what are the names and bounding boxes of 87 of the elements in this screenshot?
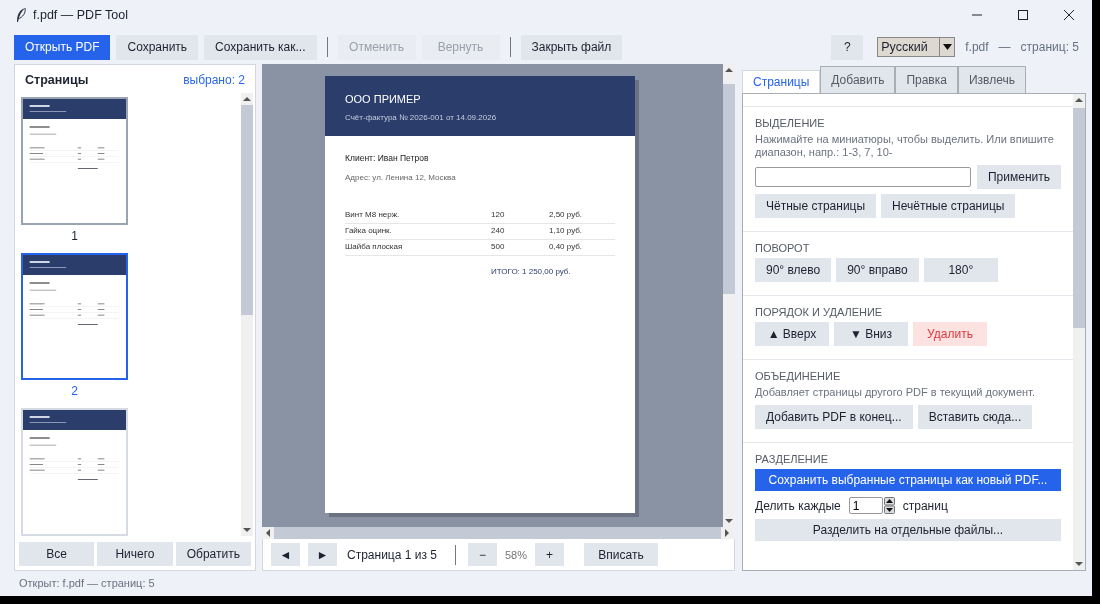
down-arrow-icon [243, 528, 251, 532]
selected-count: выбрано: 2 [183, 73, 245, 87]
selection-button[interactable]: Ничего [97, 542, 173, 566]
action-button[interactable]: ▲ Вверх [755, 322, 829, 346]
feather-icon [15, 7, 27, 23]
page-count: страниц: 5 [1020, 40, 1079, 54]
tab[interactable]: Извлечь [957, 66, 1026, 93]
up-arrow-icon [243, 97, 251, 101]
horizontal-scrollbar[interactable] [262, 527, 733, 539]
selection-button[interactable]: Все [19, 542, 95, 566]
action-button[interactable]: Удалить [913, 322, 987, 346]
tab[interactable]: Добавить [820, 66, 896, 93]
client-name: Клиент: Иван Петров [345, 153, 430, 163]
page-thumbnail[interactable] [21, 97, 128, 225]
toolbar-button[interactable]: Закрыть файл [520, 34, 623, 60]
zoom-out-button[interactable]: − [467, 543, 497, 566]
window-title: f.pdf — PDF Tool [33, 8, 128, 22]
close-icon [1064, 10, 1074, 20]
action-button[interactable]: Разделить на отдельные файлы... [755, 519, 1061, 541]
selection-button[interactable]: Обратить [175, 542, 251, 566]
action-button[interactable]: 90° влево [755, 258, 832, 282]
table-cell-text: 120 [491, 210, 506, 219]
company-name: ООО ПРИМЕР [345, 93, 422, 105]
page-indicator: Страница 1 из 5 [347, 547, 437, 562]
invoice-total: ИТОГО: 1 250,00 руб. [491, 267, 572, 276]
apply-button[interactable]: Применить [977, 165, 1061, 189]
next-page-button[interactable]: ► [308, 543, 337, 566]
up-arrow-icon [1075, 98, 1083, 102]
down-arrow-icon [1075, 562, 1083, 566]
number-field[interactable]: 1 [848, 497, 883, 514]
table-cell-text: Гайка оцинк. [345, 226, 393, 235]
toolbar-button[interactable]: Открыть PDF [14, 34, 111, 60]
page-thumbnail[interactable] [21, 252, 128, 381]
section-title: ПОВОРОТ [755, 242, 811, 254]
page-number: 2 [70, 384, 79, 399]
spin-arrows-icon [883, 497, 895, 514]
action-button[interactable]: Вставить сюда... [917, 405, 1033, 429]
tab[interactable]: Страницы [742, 70, 821, 93]
panel-title: Страницы [25, 73, 89, 87]
spin-label: Делить каждые [755, 498, 841, 513]
up-arrow-icon [725, 68, 733, 72]
vertical-scrollbar[interactable] [723, 64, 735, 527]
zoom-in-button[interactable]: + [535, 543, 564, 566]
vertical-scrollbar[interactable] [241, 93, 253, 536]
tab[interactable]: Правка [895, 66, 958, 93]
separator-dash: — [998, 40, 1011, 54]
invoice-number: Счёт-фактура № 2026-001 от 14.09.2026 [345, 113, 498, 122]
section-title: РАЗДЕЛЕНИЕ [755, 453, 829, 465]
table-cell-text: 1,10 руб. [549, 226, 584, 235]
left-arrow-icon [266, 529, 270, 537]
spin-unit: страниц [902, 498, 948, 513]
table-cell-text: 500 [491, 242, 506, 251]
client-address: Адрес: ул. Ленина 12, Москва [345, 173, 457, 182]
toolbar-button[interactable]: Сохранить как... [204, 34, 317, 60]
action-button[interactable]: ▼ Вниз [834, 322, 908, 346]
page-number: 1 [70, 228, 79, 243]
action-button[interactable]: Чётные страницы [755, 194, 877, 218]
caret-icon [942, 44, 952, 50]
action-button[interactable]: 180° [923, 258, 998, 282]
action-button[interactable]: Сохранить выбранные страницы как новый PDF... [755, 469, 1061, 491]
table-cell-text: 240 [491, 226, 506, 235]
action-button[interactable]: Нечётные страницы [881, 194, 1016, 218]
table-cell-text: 2,50 руб. [549, 210, 584, 219]
table-cell-text: Шайба плоская [345, 242, 404, 251]
table-cell-text: Винт М8 нерж. [345, 210, 401, 219]
action-button[interactable]: 90° вправо [836, 258, 919, 282]
fit-button[interactable]: Вписать [584, 543, 658, 566]
down-arrow-icon [725, 519, 733, 523]
help-button[interactable]: ? [831, 34, 864, 60]
zoom-level: 58% [504, 548, 527, 561]
language-select[interactable]: Русский [877, 37, 956, 57]
page-range-field[interactable] [755, 167, 971, 187]
section-title: ВЫДЕЛЕНИЕ [755, 117, 826, 129]
vertical-scrollbar[interactable] [1073, 94, 1085, 570]
previous-page-button[interactable]: ◄ [271, 543, 300, 566]
table-cell-text: 0,40 руб. [549, 242, 584, 251]
right-arrow-icon [725, 529, 729, 537]
minimize-icon [972, 14, 982, 16]
section-title: ПОРЯДОК И УДАЛЕНИЕ [755, 306, 884, 318]
status-text: Открыт: f.pdf — страниц: 5 [19, 577, 155, 589]
file-name: f.pdf [965, 40, 989, 54]
description-text: Добавляет страницы другого PDF в текущий документ. [755, 386, 1036, 399]
description-text: Нажимайте на миниатюры, чтобы выделить. Или впишите диапазон, напр.: 1-3, 7, 10- [755, 133, 1055, 159]
section-title: ОБЪЕДИНЕНИЕ [755, 370, 842, 382]
toolbar-button[interactable]: Сохранить [116, 34, 199, 60]
action-button[interactable]: Добавить PDF в конец... [755, 405, 913, 429]
maximize-icon [1018, 10, 1028, 20]
